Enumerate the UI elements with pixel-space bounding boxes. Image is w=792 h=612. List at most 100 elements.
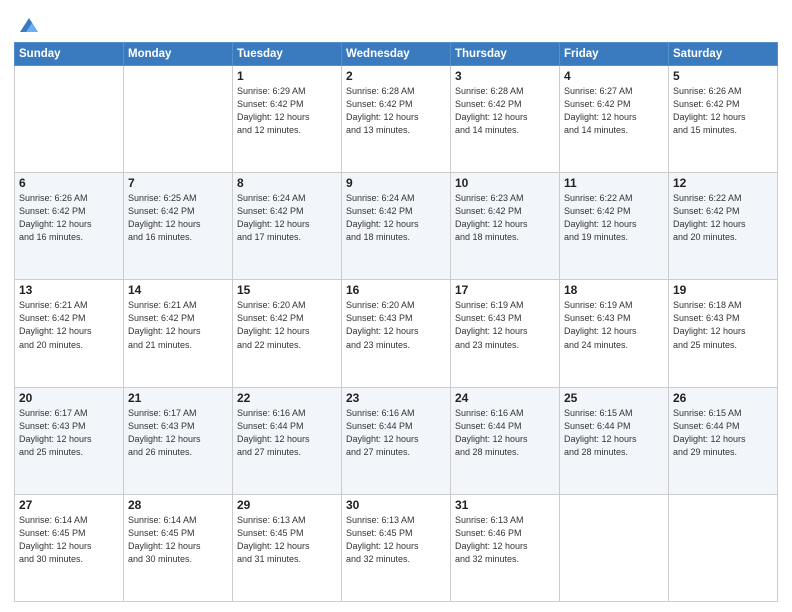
day-info: Sunrise: 6:17 AM Sunset: 6:43 PM Dayligh… — [19, 407, 119, 459]
calendar-cell: 17 Sunrise: 6:19 AM Sunset: 6:43 PM Dayli… — [451, 280, 560, 387]
calendar-cell: 31 Sunrise: 6:13 AM Sunset: 6:46 PM Dayli… — [451, 494, 560, 601]
day-info: Sunrise: 6:23 AM Sunset: 6:42 PM Dayligh… — [455, 192, 555, 244]
day-info: Sunrise: 6:19 AM Sunset: 6:43 PM Dayligh… — [564, 299, 664, 351]
calendar-cell: 14 Sunrise: 6:21 AM Sunset: 6:42 PM Dayli… — [124, 280, 233, 387]
day-number: 9 — [346, 176, 446, 190]
day-info: Sunrise: 6:21 AM Sunset: 6:42 PM Dayligh… — [128, 299, 228, 351]
calendar-week-row: 1 Sunrise: 6:29 AM Sunset: 6:42 PM Daylig… — [15, 66, 778, 173]
day-number: 26 — [673, 391, 773, 405]
day-number: 30 — [346, 498, 446, 512]
day-number: 8 — [237, 176, 337, 190]
day-info: Sunrise: 6:16 AM Sunset: 6:44 PM Dayligh… — [346, 407, 446, 459]
calendar-week-row: 27 Sunrise: 6:14 AM Sunset: 6:45 PM Dayli… — [15, 494, 778, 601]
day-number: 2 — [346, 69, 446, 83]
day-info: Sunrise: 6:13 AM Sunset: 6:45 PM Dayligh… — [346, 514, 446, 566]
day-info: Sunrise: 6:26 AM Sunset: 6:42 PM Dayligh… — [19, 192, 119, 244]
calendar-cell: 5Sunrise: 6:26 AM Sunset: 6:42 PM Daylig… — [669, 66, 778, 173]
day-info: Sunrise: 6:16 AM Sunset: 6:44 PM Dayligh… — [455, 407, 555, 459]
day-number: 21 — [128, 391, 228, 405]
day-info: Sunrise: 6:13 AM Sunset: 6:46 PM Dayligh… — [455, 514, 555, 566]
day-info: Sunrise: 6:15 AM Sunset: 6:44 PM Dayligh… — [564, 407, 664, 459]
calendar-cell: 3 Sunrise: 6:28 AM Sunset: 6:42 PM Daylig… — [451, 66, 560, 173]
calendar-cell: 11Sunrise: 6:22 AM Sunset: 6:42 PM Dayli… — [560, 173, 669, 280]
day-number: 18 — [564, 283, 664, 297]
day-info: Sunrise: 6:24 AM Sunset: 6:42 PM Dayligh… — [346, 192, 446, 244]
logo-icon — [18, 14, 40, 36]
calendar-header-tuesday: Tuesday — [233, 43, 342, 66]
calendar-cell: 30 Sunrise: 6:13 AM Sunset: 6:45 PM Dayli… — [342, 494, 451, 601]
page: SundayMondayTuesdayWednesdayThursdayFrid… — [0, 0, 792, 612]
header — [14, 10, 778, 36]
calendar-cell: 4 Sunrise: 6:27 AM Sunset: 6:42 PM Daylig… — [560, 66, 669, 173]
day-number: 1 — [237, 69, 337, 83]
day-number: 15 — [237, 283, 337, 297]
calendar-cell — [669, 494, 778, 601]
calendar-cell: 28Sunrise: 6:14 AM Sunset: 6:45 PM Dayli… — [124, 494, 233, 601]
day-number: 3 — [455, 69, 555, 83]
calendar-cell: 25 Sunrise: 6:15 AM Sunset: 6:44 PM Dayli… — [560, 387, 669, 494]
day-number: 24 — [455, 391, 555, 405]
calendar-cell: 10Sunrise: 6:23 AM Sunset: 6:42 PM Dayli… — [451, 173, 560, 280]
calendar-header-saturday: Saturday — [669, 43, 778, 66]
calendar-header-monday: Monday — [124, 43, 233, 66]
calendar-cell: 19 Sunrise: 6:18 AM Sunset: 6:43 PM Dayli… — [669, 280, 778, 387]
calendar-cell: 6Sunrise: 6:26 AM Sunset: 6:42 PM Daylig… — [15, 173, 124, 280]
day-info: Sunrise: 6:21 AM Sunset: 6:42 PM Dayligh… — [19, 299, 119, 351]
calendar-cell: 18 Sunrise: 6:19 AM Sunset: 6:43 PM Dayli… — [560, 280, 669, 387]
day-info: Sunrise: 6:19 AM Sunset: 6:43 PM Dayligh… — [455, 299, 555, 351]
calendar-header-friday: Friday — [560, 43, 669, 66]
calendar-cell: 12 Sunrise: 6:22 AM Sunset: 6:42 PM Dayli… — [669, 173, 778, 280]
day-number: 7 — [128, 176, 228, 190]
calendar-cell — [124, 66, 233, 173]
day-info: Sunrise: 6:15 AM Sunset: 6:44 PM Dayligh… — [673, 407, 773, 459]
day-info: Sunrise: 6:26 AM Sunset: 6:42 PM Dayligh… — [673, 85, 773, 137]
day-info: Sunrise: 6:29 AM Sunset: 6:42 PM Dayligh… — [237, 85, 337, 137]
day-number: 4 — [564, 69, 664, 83]
calendar-cell: 23 Sunrise: 6:16 AM Sunset: 6:44 PM Dayli… — [342, 387, 451, 494]
day-number: 19 — [673, 283, 773, 297]
calendar-cell: 7 Sunrise: 6:25 AM Sunset: 6:42 PM Daylig… — [124, 173, 233, 280]
day-number: 20 — [19, 391, 119, 405]
day-info: Sunrise: 6:18 AM Sunset: 6:43 PM Dayligh… — [673, 299, 773, 351]
day-info: Sunrise: 6:28 AM Sunset: 6:42 PM Dayligh… — [455, 85, 555, 137]
calendar-table: SundayMondayTuesdayWednesdayThursdayFrid… — [14, 42, 778, 602]
calendar-week-row: 13 Sunrise: 6:21 AM Sunset: 6:42 PM Dayli… — [15, 280, 778, 387]
calendar-week-row: 20 Sunrise: 6:17 AM Sunset: 6:43 PM Dayli… — [15, 387, 778, 494]
day-number: 14 — [128, 283, 228, 297]
day-info: Sunrise: 6:27 AM Sunset: 6:42 PM Dayligh… — [564, 85, 664, 137]
calendar-header-row: SundayMondayTuesdayWednesdayThursdayFrid… — [15, 43, 778, 66]
day-number: 29 — [237, 498, 337, 512]
day-info: Sunrise: 6:28 AM Sunset: 6:42 PM Dayligh… — [346, 85, 446, 137]
day-info: Sunrise: 6:17 AM Sunset: 6:43 PM Dayligh… — [128, 407, 228, 459]
day-number: 25 — [564, 391, 664, 405]
calendar-cell: 22Sunrise: 6:16 AM Sunset: 6:44 PM Dayli… — [233, 387, 342, 494]
day-number: 17 — [455, 283, 555, 297]
calendar-header-sunday: Sunday — [15, 43, 124, 66]
calendar-cell: 21 Sunrise: 6:17 AM Sunset: 6:43 PM Dayli… — [124, 387, 233, 494]
day-info: Sunrise: 6:14 AM Sunset: 6:45 PM Dayligh… — [19, 514, 119, 566]
day-info: Sunrise: 6:20 AM Sunset: 6:42 PM Dayligh… — [237, 299, 337, 351]
day-number: 27 — [19, 498, 119, 512]
calendar-cell: 2 Sunrise: 6:28 AM Sunset: 6:42 PM Daylig… — [342, 66, 451, 173]
calendar-cell: 9 Sunrise: 6:24 AM Sunset: 6:42 PM Daylig… — [342, 173, 451, 280]
day-number: 22 — [237, 391, 337, 405]
calendar-header-wednesday: Wednesday — [342, 43, 451, 66]
day-number: 23 — [346, 391, 446, 405]
calendar-cell: 16Sunrise: 6:20 AM Sunset: 6:43 PM Dayli… — [342, 280, 451, 387]
calendar-cell: 24 Sunrise: 6:16 AM Sunset: 6:44 PM Dayli… — [451, 387, 560, 494]
calendar-cell: 20 Sunrise: 6:17 AM Sunset: 6:43 PM Dayli… — [15, 387, 124, 494]
day-info: Sunrise: 6:20 AM Sunset: 6:43 PM Dayligh… — [346, 299, 446, 351]
day-number: 31 — [455, 498, 555, 512]
logo — [14, 14, 40, 36]
day-number: 13 — [19, 283, 119, 297]
day-info: Sunrise: 6:24 AM Sunset: 6:42 PM Dayligh… — [237, 192, 337, 244]
day-info: Sunrise: 6:13 AM Sunset: 6:45 PM Dayligh… — [237, 514, 337, 566]
calendar-week-row: 6Sunrise: 6:26 AM Sunset: 6:42 PM Daylig… — [15, 173, 778, 280]
calendar-cell: 8 Sunrise: 6:24 AM Sunset: 6:42 PM Daylig… — [233, 173, 342, 280]
day-info: Sunrise: 6:25 AM Sunset: 6:42 PM Dayligh… — [128, 192, 228, 244]
day-info: Sunrise: 6:22 AM Sunset: 6:42 PM Dayligh… — [673, 192, 773, 244]
day-number: 28 — [128, 498, 228, 512]
day-number: 12 — [673, 176, 773, 190]
calendar-cell: 1 Sunrise: 6:29 AM Sunset: 6:42 PM Daylig… — [233, 66, 342, 173]
calendar-header-thursday: Thursday — [451, 43, 560, 66]
